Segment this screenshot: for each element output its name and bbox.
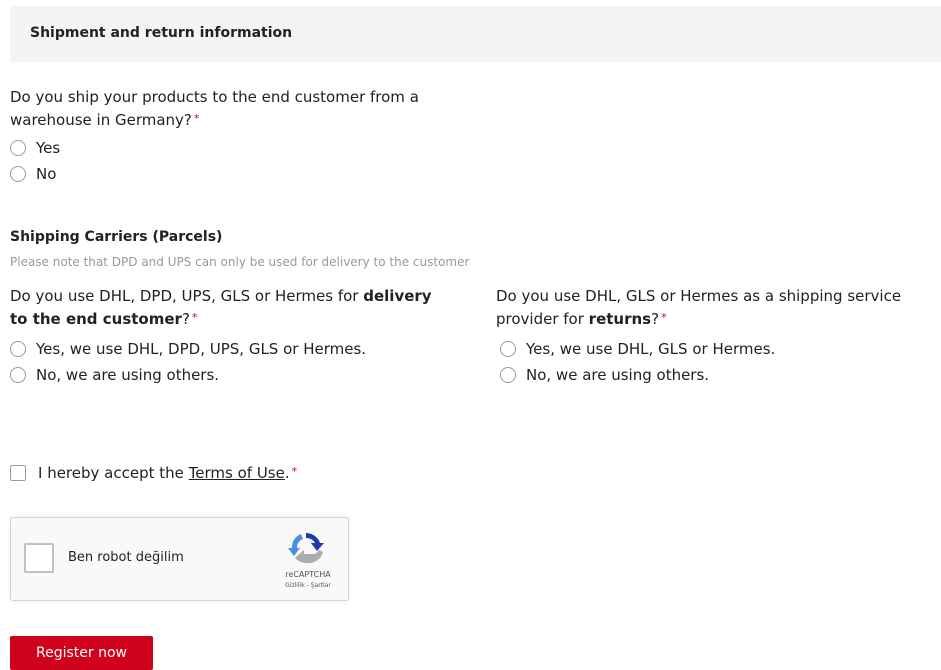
radio-button[interactable] bbox=[10, 367, 26, 383]
radio-button[interactable] bbox=[500, 341, 516, 357]
returns-option-no[interactable]: No, we are using others. bbox=[500, 364, 709, 386]
carriers-title: Shipping Carriers (Parcels) bbox=[10, 229, 223, 245]
radio-button[interactable] bbox=[10, 140, 26, 156]
warehouse-question: Do you ship your products to the end cus… bbox=[10, 86, 419, 132]
recaptcha-logo-icon bbox=[288, 533, 324, 564]
returns-question: Do you use DHL, GLS or Hermes as a shipp… bbox=[496, 285, 941, 331]
required-asterisk: * bbox=[291, 464, 298, 478]
required-asterisk: * bbox=[193, 112, 200, 125]
returns-option-yes[interactable]: Yes, we use DHL, GLS or Hermes. bbox=[500, 338, 775, 360]
register-button[interactable]: Register now bbox=[10, 636, 153, 670]
terms-checkbox[interactable] bbox=[10, 465, 26, 481]
terms-row[interactable]: I hereby accept the Terms of Use. * bbox=[10, 462, 297, 484]
warehouse-option-no[interactable]: No bbox=[10, 163, 56, 185]
delivery-option-yes[interactable]: Yes, we use DHL, DPD, UPS, GLS or Hermes… bbox=[10, 338, 366, 360]
delivery-bold: delivery bbox=[363, 287, 432, 305]
warehouse-question-line2: warehouse in Germany? bbox=[10, 111, 192, 129]
delivery-option-no[interactable]: No, we are using others. bbox=[10, 364, 219, 386]
option-label: Yes, we use DHL, GLS or Hermes. bbox=[526, 340, 776, 358]
required-asterisk: * bbox=[661, 311, 667, 324]
option-label: Yes bbox=[36, 139, 61, 157]
required-asterisk: * bbox=[191, 311, 198, 324]
recaptcha-widget: Ben robot değilim reCAPTCHA Gizlilik - Ş… bbox=[10, 517, 349, 601]
delivery-question-text: Do you use DHL, DPD, UPS, GLS or Hermes … bbox=[10, 287, 364, 305]
radio-button[interactable] bbox=[500, 367, 516, 383]
radio-button[interactable] bbox=[10, 341, 26, 357]
option-label: No, we are using others. bbox=[36, 366, 220, 384]
option-label: Yes, we use DHL, DPD, UPS, GLS or Hermes… bbox=[36, 340, 367, 358]
option-label: No bbox=[36, 165, 57, 183]
returns-question-text-2: provider for bbox=[496, 310, 589, 328]
recaptcha-links[interactable]: Gizlilik - Şartlar bbox=[269, 582, 347, 589]
warehouse-question-line1: Do you ship your products to the end cus… bbox=[10, 88, 419, 106]
delivery-question-end: ? bbox=[181, 310, 190, 328]
recaptcha-label: Ben robot değilim bbox=[68, 550, 184, 565]
delivery-bold-2: to the end customer bbox=[10, 310, 182, 328]
returns-question-text: Do you use DHL, GLS or Hermes as a shipp… bbox=[496, 287, 902, 305]
radio-button[interactable] bbox=[10, 166, 26, 182]
warehouse-option-yes[interactable]: Yes bbox=[10, 137, 60, 159]
terms-prefix: I hereby accept the bbox=[38, 464, 184, 482]
terms-suffix: . bbox=[284, 464, 290, 482]
returns-bold: returns bbox=[588, 310, 652, 328]
terms-link[interactable]: Terms of Use bbox=[189, 464, 285, 482]
returns-question-end: ? bbox=[651, 310, 660, 328]
delivery-question: Do you use DHL, DPD, UPS, GLS or Hermes … bbox=[10, 285, 480, 331]
recaptcha-checkbox[interactable] bbox=[24, 543, 54, 573]
recaptcha-brand: reCAPTCHA bbox=[285, 570, 331, 579]
option-label: No, we are using others. bbox=[526, 366, 710, 384]
section-header: Shipment and return information bbox=[10, 6, 941, 62]
section-title: Shipment and return information bbox=[30, 25, 293, 41]
carriers-note: Please note that DPD and UPS can only be… bbox=[10, 255, 470, 269]
